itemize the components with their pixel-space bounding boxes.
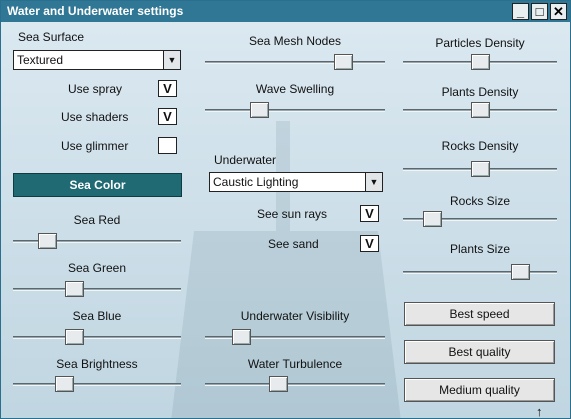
sea-red-slider[interactable] [13, 233, 181, 249]
slider-thumb[interactable] [250, 102, 269, 118]
wave-swelling-label: Wave Swelling [255, 82, 335, 96]
wave-swelling-slider[interactable] [205, 102, 385, 118]
use-shaders-label: Use shaders [61, 110, 129, 124]
settings-window: Water and Underwater settings _ □ ✕ Sea … [0, 0, 571, 419]
underwater-label: Underwater [214, 153, 277, 167]
water-turbulence-slider[interactable] [205, 376, 385, 392]
particles-density-label: Particles Density [435, 36, 525, 50]
slider-thumb[interactable] [471, 102, 490, 118]
rocks-size-slider[interactable] [403, 211, 557, 227]
sea-color-button[interactable]: Sea Color [13, 173, 182, 197]
rocks-density-label: Rocks Density [441, 139, 519, 153]
use-spray-label: Use spray [68, 82, 123, 96]
slider-thumb[interactable] [232, 329, 251, 345]
plants-size-label: Plants Size [449, 242, 511, 256]
sea-mesh-nodes-label: Sea Mesh Nodes [248, 34, 342, 48]
use-shaders-checkbox[interactable]: V [158, 108, 177, 125]
best-speed-button[interactable]: Best speed [404, 302, 555, 326]
slider-thumb[interactable] [511, 264, 530, 280]
use-spray-checkbox[interactable]: V [158, 80, 177, 97]
rocks-density-slider[interactable] [403, 161, 557, 177]
rocks-size-label: Rocks Size [449, 194, 511, 208]
sea-green-label: Sea Green [67, 261, 127, 275]
slider-thumb[interactable] [55, 376, 74, 392]
sea-red-label: Sea Red [73, 213, 121, 227]
chevron-down-icon[interactable]: ▼ [365, 173, 382, 191]
underwater-visibility-slider[interactable] [205, 329, 385, 345]
see-sand-label: See sand [268, 237, 319, 251]
particles-density-slider[interactable] [403, 54, 557, 70]
use-glimmer-label: Use glimmer [61, 139, 129, 153]
water-turbulence-label: Water Turbulence [247, 357, 343, 371]
sea-brightness-label: Sea Brightness [56, 357, 138, 371]
see-sun-rays-label: See sun rays [257, 207, 328, 221]
underwater-visibility-label: Underwater Visibility [240, 309, 350, 323]
see-sand-checkbox[interactable]: V [360, 235, 379, 252]
underwater-value: Caustic Lighting [213, 175, 299, 189]
slider-thumb[interactable] [65, 329, 84, 345]
medium-quality-button[interactable]: Medium quality [404, 378, 555, 402]
sea-surface-select[interactable]: Textured ▼ [13, 50, 181, 70]
underwater-select[interactable]: Caustic Lighting ▼ [209, 172, 383, 192]
slider-thumb[interactable] [269, 376, 288, 392]
sea-blue-label: Sea Blue [72, 309, 122, 323]
sea-surface-value: Textured [17, 53, 64, 67]
best-quality-button[interactable]: Best quality [404, 340, 555, 364]
sea-green-slider[interactable] [13, 281, 181, 297]
slider-thumb[interactable] [471, 161, 490, 177]
plants-density-slider[interactable] [403, 102, 557, 118]
background-ship-image [171, 121, 401, 418]
sea-blue-slider[interactable] [13, 329, 181, 345]
minimize-icon[interactable]: _ [512, 3, 529, 20]
slider-thumb[interactable] [38, 233, 57, 249]
slider-thumb[interactable] [423, 211, 442, 227]
sea-brightness-slider[interactable] [13, 376, 181, 392]
mouse-cursor-icon: ↑ [536, 404, 543, 419]
window-title: Water and Underwater settings [7, 4, 184, 18]
close-icon[interactable]: ✕ [550, 3, 567, 20]
plants-density-label: Plants Density [441, 85, 519, 99]
maximize-icon[interactable]: □ [531, 3, 548, 20]
slider-thumb[interactable] [334, 54, 353, 70]
chevron-down-icon[interactable]: ▼ [163, 51, 180, 69]
sea-mesh-nodes-slider[interactable] [205, 54, 385, 70]
see-sun-rays-checkbox[interactable]: V [360, 205, 379, 222]
slider-thumb[interactable] [471, 54, 490, 70]
title-bar[interactable]: Water and Underwater settings _ □ ✕ [1, 1, 570, 22]
sea-surface-label: Sea Surface [18, 30, 85, 44]
slider-thumb[interactable] [65, 281, 84, 297]
use-glimmer-checkbox[interactable] [158, 137, 177, 154]
plants-size-slider[interactable] [403, 264, 557, 280]
